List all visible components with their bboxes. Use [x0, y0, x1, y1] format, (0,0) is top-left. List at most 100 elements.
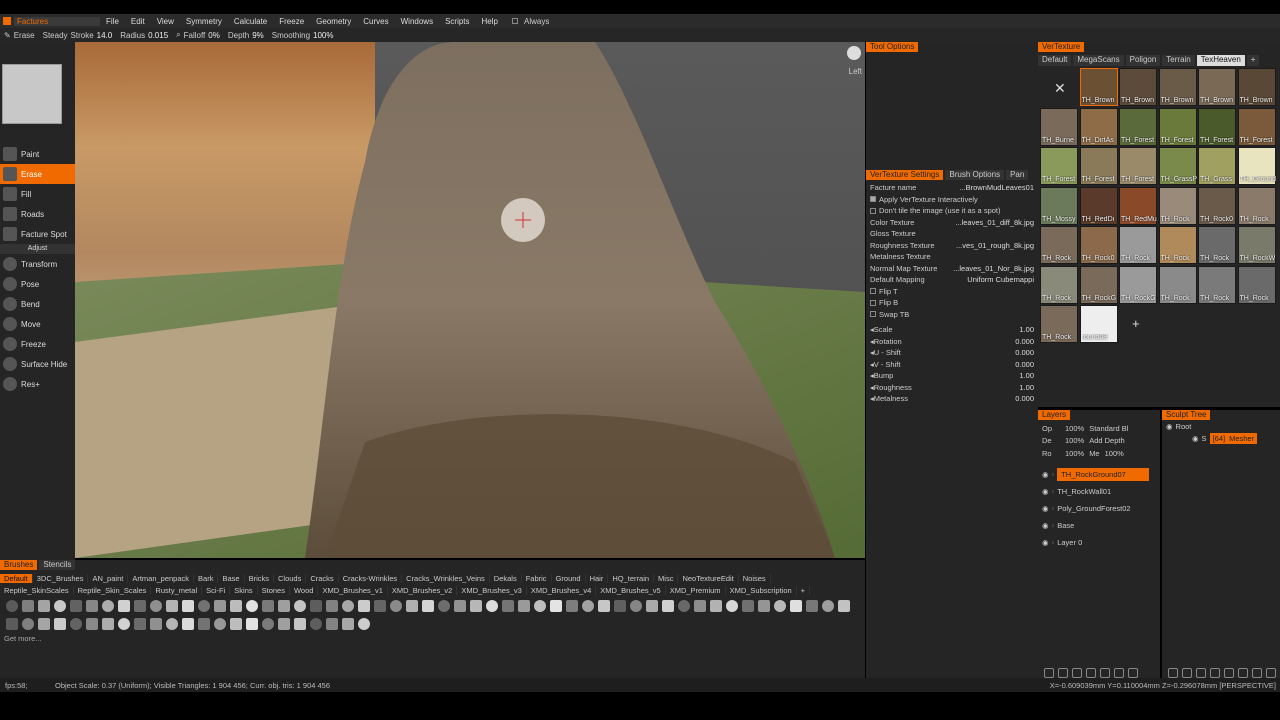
- brush-pack-tab[interactable]: Sci-Fi: [202, 585, 231, 595]
- move-up-icon[interactable]: [1086, 668, 1096, 678]
- brush-alpha[interactable]: [422, 600, 434, 612]
- brush-pack-tab[interactable]: Misc: [654, 573, 679, 583]
- brush-alpha[interactable]: [374, 600, 386, 612]
- brush-alpha[interactable]: [166, 618, 178, 630]
- setting-value[interactable]: ...leaves_01_diff_8k.jpg: [955, 218, 1034, 227]
- texture-thumb[interactable]: TH_Brown: [1119, 68, 1157, 106]
- copy-object-icon[interactable]: [1182, 668, 1192, 678]
- slider-value[interactable]: 1.00: [994, 325, 1034, 334]
- slider-value[interactable]: 0.000: [994, 337, 1034, 346]
- object-options-icon[interactable]: [1252, 668, 1262, 678]
- brush-pack-tab[interactable]: Cracks: [306, 573, 339, 583]
- setting-value[interactable]: ...ves_01_rough_8k.jpg: [956, 241, 1034, 250]
- brush-alpha[interactable]: [38, 600, 50, 612]
- slider-0[interactable]: ◂ Scale 1.00: [866, 324, 1038, 336]
- eye-icon[interactable]: ◉: [1042, 521, 1049, 530]
- prop-mode[interactable]: Standard Bl: [1089, 424, 1128, 433]
- settings-tab-2[interactable]: Pan: [1006, 170, 1029, 180]
- library-tab-0[interactable]: Default: [1038, 55, 1072, 66]
- texture-thumb[interactable]: TH_Rock: [1237, 186, 1276, 225]
- brush-pack-tab[interactable]: Skins: [230, 585, 258, 595]
- brush-alpha[interactable]: [182, 600, 194, 612]
- brush-preview[interactable]: [2, 64, 62, 124]
- menu-freeze[interactable]: Freeze: [273, 17, 310, 26]
- setting-row[interactable]: Default Mapping Uniform Cubemappi: [866, 274, 1038, 286]
- get-more-button[interactable]: Get more...: [4, 634, 865, 643]
- brush-pack-tab[interactable]: XMD_Subscription: [726, 585, 797, 595]
- brush-alpha[interactable]: [6, 618, 18, 630]
- brush-alpha[interactable]: [86, 618, 98, 630]
- brush-alpha[interactable]: [310, 618, 322, 630]
- slider-value[interactable]: 1.00: [994, 371, 1034, 380]
- brush-alpha[interactable]: [614, 600, 626, 612]
- brush-alpha[interactable]: [118, 600, 130, 612]
- brush-alpha[interactable]: [566, 600, 578, 612]
- texture-thumb[interactable]: TH_RockW: [1237, 226, 1276, 264]
- clone-object-icon[interactable]: [1224, 668, 1234, 678]
- brush-alpha[interactable]: [134, 618, 146, 630]
- layer-row[interactable]: ◉ ▫ Poly_GroundForest02: [1038, 500, 1160, 517]
- texture-thumb[interactable]: TH_Ground: [1237, 147, 1276, 185]
- lock-icon[interactable]: ▫: [1052, 487, 1055, 496]
- setting-row[interactable]: Roughness Texture ...ves_01_rough_8k.jpg: [866, 240, 1038, 252]
- eye-icon[interactable]: ◉: [1042, 504, 1049, 513]
- brush-pack-tab[interactable]: Reptile_SkinScales: [0, 585, 74, 595]
- depth-control[interactable]: Depth 9%: [224, 31, 268, 40]
- brush-pack-tab[interactable]: Bricks: [245, 573, 274, 583]
- checkbox[interactable]: [870, 288, 876, 295]
- tool-pose[interactable]: Pose: [0, 274, 75, 294]
- checkbox[interactable]: [870, 299, 876, 306]
- menu-help[interactable]: Help: [476, 17, 504, 26]
- mode-select[interactable]: Factures: [14, 16, 100, 26]
- prop-value[interactable]: 100%: [1065, 424, 1084, 433]
- checkbox[interactable]: [870, 311, 876, 318]
- brush-alpha[interactable]: [454, 600, 466, 612]
- setting-value[interactable]: Uniform Cubemappi: [967, 275, 1034, 284]
- layer-row[interactable]: ◉ ▫ TH_RockGround07: [1038, 466, 1160, 483]
- brush-alpha[interactable]: [790, 600, 802, 612]
- texture-thumb[interactable]: TH_Forest: [1198, 107, 1236, 146]
- texture-thumb[interactable]: TH_Rock: [1119, 226, 1157, 264]
- tool-roads[interactable]: Roads: [0, 204, 75, 224]
- tool-options-tab[interactable]: Tool Options: [866, 42, 919, 52]
- brush-pack-tab[interactable]: XMD_Brushes_v3: [457, 585, 527, 595]
- texture-thumb[interactable]: TH_Rock: [1158, 186, 1197, 225]
- brush-alpha[interactable]: [278, 600, 290, 612]
- settings-tab-1[interactable]: Brush Options: [945, 170, 1005, 180]
- brush-alpha[interactable]: [774, 600, 786, 612]
- brush-alpha[interactable]: [342, 618, 354, 630]
- brushes-tab-1[interactable]: Stencils: [39, 560, 76, 570]
- brush-pack-tab[interactable]: Wood: [290, 585, 319, 595]
- brush-alpha[interactable]: [150, 618, 162, 630]
- brush-pack-tab[interactable]: Default: [0, 573, 33, 583]
- brush-alpha[interactable]: [54, 600, 66, 612]
- brush-pack-tab[interactable]: 3DC_Brushes: [33, 573, 89, 583]
- menu-scripts[interactable]: Scripts: [439, 17, 475, 26]
- brush-alpha[interactable]: [582, 600, 594, 612]
- steady-stroke-toggle[interactable]: Steady Stroke 14.0: [39, 31, 117, 40]
- brush-pack-tab[interactable]: Noises: [739, 573, 771, 583]
- brush-alpha[interactable]: [438, 600, 450, 612]
- radius-control[interactable]: Radius 0.015: [116, 31, 172, 40]
- brush-alpha[interactable]: [838, 600, 850, 612]
- brush-pack-tab[interactable]: HQ_terrain: [608, 573, 655, 583]
- prop-mode[interactable]: Add Depth: [1089, 436, 1124, 445]
- lock-icon[interactable]: ▫: [1052, 521, 1055, 530]
- texture-thumb[interactable]: TH_Mossy: [1040, 186, 1078, 225]
- texture-thumb[interactable]: TH_Forest: [1040, 147, 1078, 185]
- duplicate-layer-icon[interactable]: [1058, 668, 1068, 678]
- texture-thumb[interactable]: TH_Brown: [1158, 68, 1197, 106]
- library-tab-1[interactable]: MegaScans: [1073, 55, 1124, 66]
- brush-pack-tab[interactable]: Base: [218, 573, 245, 583]
- brush-pack-tab[interactable]: XMD_Premium: [666, 585, 726, 595]
- prop-mode[interactable]: Me: [1089, 449, 1099, 458]
- add-tab-icon[interactable]: +: [1246, 55, 1260, 66]
- brush-alpha[interactable]: [342, 600, 354, 612]
- menu-view[interactable]: View: [151, 17, 180, 26]
- texture-thumb[interactable]: TH_Forest: [1158, 107, 1197, 146]
- brush-alpha[interactable]: [726, 600, 738, 612]
- menu-geometry[interactable]: Geometry: [310, 17, 357, 26]
- texture-thumb[interactable]: TH_Rock: [1198, 226, 1236, 264]
- menu-windows[interactable]: Windows: [395, 17, 439, 26]
- eye-icon[interactable]: ◉: [1192, 434, 1199, 443]
